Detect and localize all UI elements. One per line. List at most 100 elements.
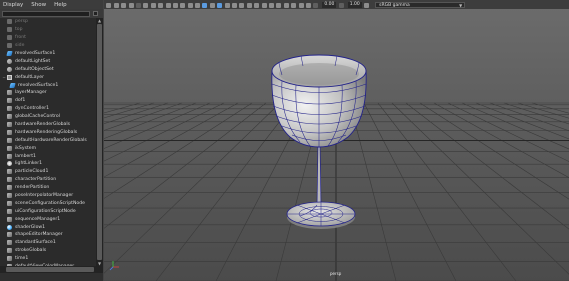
outliner-item[interactable]: globalCacheControl [0,113,96,121]
two-d-pan-icon[interactable] [135,2,141,8]
nurbs-surface-icon [6,51,13,56]
outliner-item[interactable]: front [0,34,96,42]
outliner-item[interactable]: defaultObjectSet [0,65,96,73]
outliner-item-label: sceneConfigurationScriptNode [15,200,85,206]
image-plane-icon[interactable] [128,2,134,8]
dependency-node-icon [7,122,12,128]
menu-display[interactable]: Display [3,2,23,8]
outliner-item[interactable]: − defaultLayer [0,73,96,81]
outliner-item[interactable]: revolvedSurface1 [0,81,96,89]
outliner-item[interactable]: ikSystem [0,144,96,152]
outliner-item[interactable]: lambert1 [0,152,96,160]
anti-aliasing-icon[interactable] [261,2,267,8]
outliner-item-label: hardwareRenderGlobals [15,122,71,128]
safe-action-icon[interactable] [187,2,193,8]
wireframe-on-shaded-icon[interactable] [217,2,223,8]
dependency-node-icon [7,90,12,96]
outliner-search-input[interactable] [2,10,90,17]
outliner-item[interactable]: characterPartition [0,176,96,184]
outliner-item-label: side [15,43,25,49]
dependency-node-icon [7,145,12,151]
outliner-item-label: defaultLayer [15,74,44,80]
outliner-item[interactable]: poseInterpolatorManager [0,192,96,200]
nurbs-surface-icon [9,82,16,88]
outliner-item[interactable]: particleCloud1 [0,168,96,176]
outliner-item[interactable]: shaderGlow1 [0,223,96,231]
gate-mask-icon[interactable] [172,2,178,8]
outliner-item[interactable]: layerManager [0,89,96,97]
outliner-item[interactable]: uiConfigurationScriptNode [0,207,96,215]
outliner-item[interactable]: sceneConfigurationScriptNode [0,199,96,207]
outliner-panel: Display Show Help persp top front side revol… [0,0,103,281]
dependency-node-icon [7,185,12,191]
grease-pencil-icon[interactable] [143,2,149,8]
viewport-scene [104,54,569,281]
scrollbar-thumb[interactable] [97,24,102,260]
depth-of-field-icon[interactable] [268,2,274,8]
dependency-node-icon [7,208,12,214]
menu-help[interactable]: Help [54,2,67,8]
wireframe-icon[interactable] [202,2,208,8]
outliner-item[interactable]: hardwareRenderingGlobals [0,128,96,136]
outliner-item[interactable]: shapeEditorManager [0,231,96,239]
grid-icon[interactable] [150,2,156,8]
light-linker-icon [7,161,12,167]
outliner-item[interactable]: hardwareRenderGlobals [0,121,96,129]
search-options-button[interactable] [93,11,98,16]
backface-culling-icon[interactable] [298,2,304,8]
outliner-item-label: layerManager [15,90,47,96]
collapse-toggle-icon[interactable]: − [2,75,6,80]
outliner-item[interactable]: lightLinker1 [0,160,96,168]
exposure-icon[interactable] [313,2,319,8]
outliner-item[interactable]: defaultLightSet [0,57,96,65]
scroll-up-icon[interactable]: ▲ [97,18,102,23]
camera-name-label: persp [330,271,342,276]
glass-bowl [271,54,367,148]
outliner-item[interactable]: revolvedSurface1 [0,50,96,58]
outliner-horizontal-scrollbar[interactable] [0,266,103,273]
axis-gizmo-icon [109,261,119,271]
scrollbar-thumb[interactable] [6,267,94,272]
select-camera-icon[interactable] [106,2,112,8]
ambient-occlusion-icon[interactable] [246,2,252,8]
outliner-item[interactable]: renderPartition [0,184,96,192]
bookmark-icon[interactable] [121,2,127,8]
color-space-dropdown[interactable]: sRGB gamma ▼ [375,2,466,8]
xray-icon[interactable] [283,2,289,8]
view-transform-icon[interactable] [364,2,370,8]
3d-viewport[interactable]: 0.00 1.00 sRGB gamma ▼ persp [104,0,569,281]
film-gate-icon[interactable] [158,2,164,8]
smooth-shade-icon[interactable] [209,2,215,8]
outliner-item[interactable]: standardSurface1 [0,239,96,247]
camera-attributes-icon[interactable] [113,2,119,8]
outliner-item[interactable]: defaultHardwareRenderGlobals [0,136,96,144]
isolate-select-icon[interactable] [276,2,282,8]
outliner-item[interactable]: persp [0,18,96,26]
safe-title-icon[interactable] [195,2,201,8]
shadows-icon[interactable] [239,2,245,8]
outliner-item-label: front [15,35,26,41]
gamma-field[interactable]: 1.00 [347,2,362,8]
gamma-icon[interactable] [338,2,344,8]
outliner-item-label: lightLinker1 [15,161,43,167]
menu-show[interactable]: Show [31,2,46,8]
outliner-item[interactable]: sequenceManager1 [0,215,96,223]
color-management-icon[interactable] [305,2,311,8]
resolution-gate-icon[interactable] [165,2,171,8]
outliner-item[interactable]: top [0,26,96,34]
use-lights-icon[interactable] [232,2,238,8]
textured-icon[interactable] [224,2,230,8]
outliner-item-label: defaultLightSet [15,58,51,64]
outliner-item[interactable]: dynController1 [0,105,96,113]
outliner-item-label: defaultHardwareRenderGlobals [15,137,87,143]
outliner-item[interactable]: side [0,42,96,50]
outliner-item[interactable]: strokeGlobals [0,247,96,255]
glass-base [286,201,356,229]
exposure-field[interactable]: 0.00 [322,2,337,8]
outliner-item[interactable]: dof1 [0,97,96,105]
outliner-vertical-scrollbar[interactable]: ▲ ▼ [96,18,103,266]
motion-blur-icon[interactable] [254,2,260,8]
field-chart-icon[interactable] [180,2,186,8]
xray-joints-icon[interactable] [291,2,297,8]
outliner-item[interactable]: time1 [0,255,96,263]
